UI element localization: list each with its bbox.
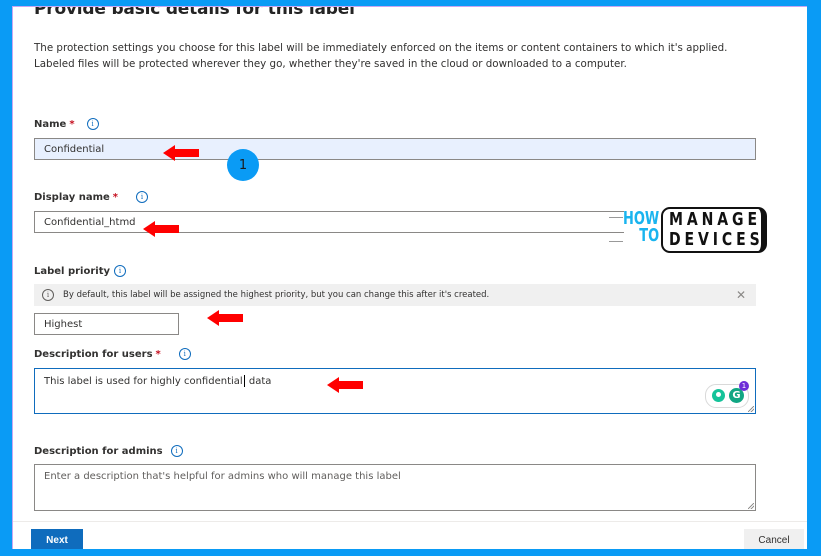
intro-text: The protection settings you choose for t… bbox=[34, 40, 727, 72]
required-mark: * bbox=[155, 348, 161, 360]
intro-line-2: Labeled files will be protected wherever… bbox=[34, 58, 627, 70]
info-icon[interactable]: i bbox=[170, 445, 183, 457]
description-users-label: Description for users * i bbox=[34, 348, 191, 360]
logo-how-to: HOW TO bbox=[623, 210, 660, 246]
red-arrow-icon bbox=[143, 221, 179, 237]
label-priority-label-text: Label priority bbox=[34, 265, 111, 277]
grammarly-count-badge: 1 bbox=[739, 381, 749, 391]
description-users-value: This label is used for highly confidenti… bbox=[44, 375, 271, 387]
description-admins-label-text: Description for admins bbox=[34, 445, 163, 457]
info-icon[interactable]: i bbox=[86, 118, 99, 130]
step-number-badge: 1 bbox=[227, 149, 259, 181]
display-name-label: Display name * i bbox=[34, 191, 149, 203]
resize-handle[interactable] bbox=[748, 503, 754, 509]
banner-text: By default, this label will be assigned … bbox=[63, 290, 490, 300]
text-after-caret: data bbox=[245, 376, 272, 387]
display-name-input[interactable]: Confidential_htmd bbox=[34, 211, 624, 233]
next-button[interactable]: Next bbox=[31, 529, 83, 549]
priority-info-banner: i By default, this label will be assigne… bbox=[34, 284, 756, 306]
required-mark: * bbox=[112, 191, 119, 203]
display-name-input-value: Confidential_htmd bbox=[44, 216, 136, 228]
red-arrow-icon bbox=[163, 145, 199, 161]
label-priority-input[interactable]: Highest bbox=[34, 313, 179, 335]
info-icon: i bbox=[42, 289, 54, 301]
info-icon[interactable]: i bbox=[114, 265, 127, 277]
name-input-value: Confidential bbox=[44, 143, 105, 155]
text-before-caret: This label is used for highly confidenti… bbox=[44, 376, 243, 387]
logo-phone-frame: MANAGE DEVICES bbox=[661, 207, 767, 253]
name-label-text: Name bbox=[34, 118, 67, 130]
logo-devices: DEVICES bbox=[669, 229, 764, 250]
required-mark: * bbox=[69, 118, 75, 130]
cancel-button[interactable]: Cancel bbox=[744, 529, 804, 549]
red-arrow-icon bbox=[207, 310, 243, 326]
name-input[interactable]: Confidential bbox=[34, 138, 756, 160]
name-label: Name * i bbox=[34, 118, 99, 130]
logo-to: TO bbox=[639, 225, 660, 246]
description-users-textarea[interactable]: This label is used for highly confidenti… bbox=[34, 368, 756, 414]
label-priority-label: Label priority i bbox=[34, 265, 127, 277]
description-users-label-text: Description for users bbox=[34, 348, 153, 360]
lightbulb-icon[interactable] bbox=[712, 389, 725, 402]
logo-manage: MANAGE bbox=[669, 209, 761, 230]
page-title: Provide basic details for this label bbox=[34, 6, 355, 19]
info-icon[interactable]: i bbox=[178, 348, 191, 360]
label-details-panel: Provide basic details for this label The… bbox=[12, 6, 807, 549]
description-admins-textarea[interactable]: Enter a description that's helpful for a… bbox=[34, 464, 756, 511]
how-to-manage-devices-logo: HOW TO MANAGE DEVICES bbox=[609, 203, 771, 261]
footer-divider bbox=[13, 521, 807, 522]
logo-manage-devices: MANAGE DEVICES bbox=[669, 210, 764, 250]
display-name-label-text: Display name bbox=[34, 191, 110, 203]
intro-line-1: The protection settings you choose for t… bbox=[34, 42, 728, 54]
logo-line bbox=[609, 217, 623, 218]
red-arrow-icon bbox=[327, 377, 363, 393]
text-caret bbox=[243, 375, 245, 387]
description-admins-placeholder: Enter a description that's helpful for a… bbox=[44, 471, 401, 482]
label-priority-value: Highest bbox=[44, 318, 83, 330]
logo-line bbox=[609, 241, 623, 242]
close-icon[interactable]: ✕ bbox=[736, 288, 746, 302]
description-admins-label: Description for admins i bbox=[34, 445, 183, 457]
grammarly-widget[interactable]: G 1 bbox=[705, 381, 749, 408]
info-icon[interactable]: i bbox=[136, 191, 149, 203]
resize-handle[interactable] bbox=[748, 406, 754, 412]
